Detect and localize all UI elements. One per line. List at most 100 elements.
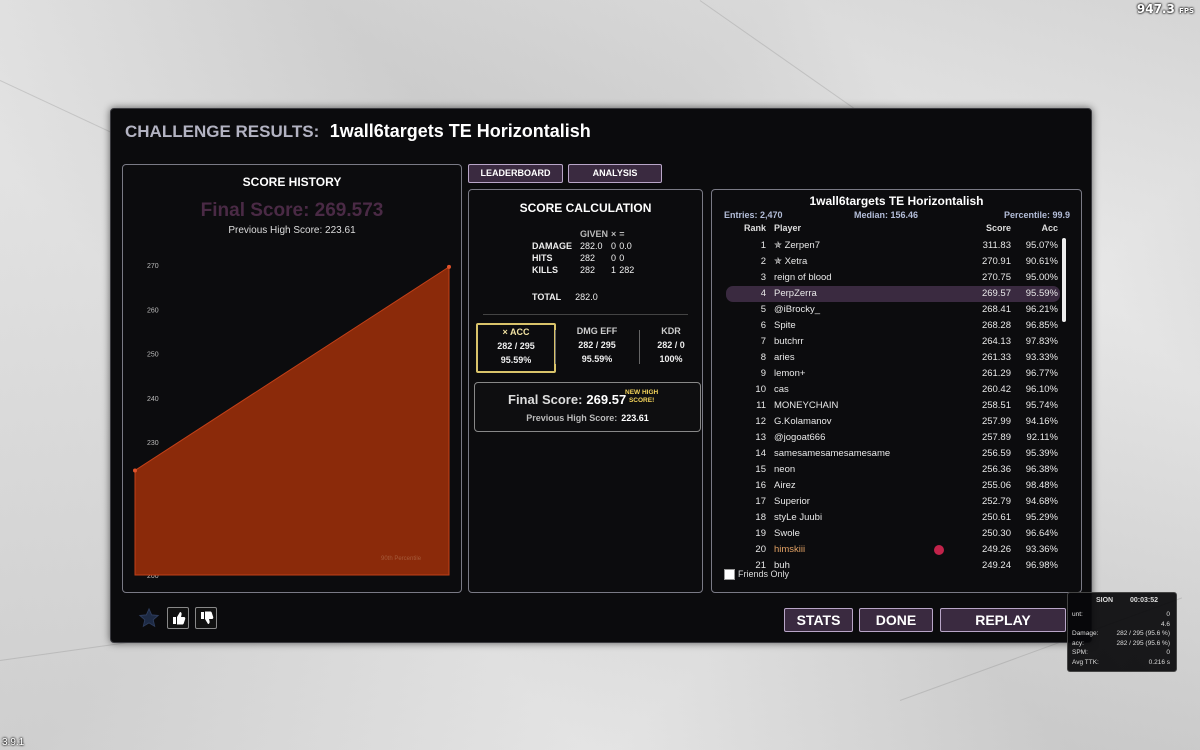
leaderboard-scrollbar[interactable] bbox=[1062, 238, 1066, 322]
player-cell[interactable]: neon bbox=[774, 462, 795, 478]
leaderboard-row[interactable]: 15 neon 256.36 96.38% bbox=[726, 462, 1060, 478]
player-cell[interactable]: reign of blood bbox=[774, 270, 832, 286]
rank-cell: 2 bbox=[760, 256, 766, 267]
player-cell[interactable]: PerpZerra bbox=[774, 286, 817, 302]
tab-leaderboard[interactable]: LEADERBOARD bbox=[468, 164, 563, 183]
player-cell[interactable]: Spite bbox=[774, 318, 796, 334]
player-cell[interactable]: himskiii bbox=[774, 542, 805, 558]
calc-row-label: HITS bbox=[532, 253, 553, 263]
leaderboard-row[interactable]: 11 MONEYCHAIN 258.51 95.74% bbox=[726, 398, 1060, 414]
leaderboard-row[interactable]: 7 butchrr 264.13 97.83% bbox=[726, 334, 1060, 350]
leaderboard-row[interactable]: 2 ✯ Xetra 270.91 90.61% bbox=[726, 254, 1060, 270]
player-cell[interactable]: Swole bbox=[774, 526, 800, 542]
leaderboard-row[interactable]: 5 @iBrocky_ 268.41 96.21% bbox=[726, 302, 1060, 318]
session-time: 00:03:52 bbox=[1129, 597, 1158, 604]
equals-header: = bbox=[619, 229, 625, 239]
rank-cell: 13 bbox=[755, 432, 766, 443]
stats-button[interactable]: STATS bbox=[784, 608, 853, 632]
session-stat-label: Damage: bbox=[1072, 630, 1099, 637]
calc-row: DAMAGE 282.0 0 0.0 bbox=[532, 240, 637, 252]
leaderboard-row[interactable]: 3 reign of blood 270.75 95.00% bbox=[726, 270, 1060, 286]
player-cell[interactable]: G.Kolamanov bbox=[774, 414, 832, 430]
metric-ratio: 282 / 295 bbox=[578, 340, 616, 350]
leaderboard-row[interactable]: 12 G.Kolamanov 257.99 94.16% bbox=[726, 414, 1060, 430]
calc-row-label: KILLS bbox=[532, 265, 558, 275]
tab-analysis[interactable]: ANALYSIS bbox=[568, 164, 662, 183]
rank-cell: 17 bbox=[755, 496, 766, 507]
final-score-box: Final Score: 269.57 NEW HIGH SCORE! Previo… bbox=[474, 382, 701, 432]
thumbs-down-button[interactable] bbox=[195, 607, 217, 629]
player-cell[interactable]: cas bbox=[774, 382, 789, 398]
player-cell[interactable]: butchrr bbox=[774, 334, 804, 350]
player-cell[interactable]: @jogoat666 bbox=[774, 430, 825, 446]
session-stat-label: acy: bbox=[1072, 639, 1084, 647]
acc-cell: 96.85% bbox=[1025, 320, 1058, 331]
challenge-results-window: CHALLENGE RESULTS: 1wall6targets TE Hori… bbox=[110, 108, 1092, 643]
thumbs-up-button[interactable] bbox=[167, 607, 189, 629]
leaderboard-row[interactable]: 6 Spite 268.28 96.85% bbox=[726, 318, 1060, 334]
friends-only-toggle[interactable]: Friends Only bbox=[724, 569, 789, 581]
leaderboard-row[interactable]: 17 Superior 252.79 94.68% bbox=[726, 494, 1060, 510]
player-cell[interactable]: @iBrocky_ bbox=[774, 302, 820, 318]
history-previous-high: Previous High Score: 223.61 bbox=[228, 225, 356, 236]
final-score-value: 269.57 bbox=[586, 392, 627, 407]
acc-cell: 96.64% bbox=[1025, 528, 1058, 539]
player-cell[interactable]: Airez bbox=[774, 478, 796, 494]
player-cell[interactable]: lemon+ bbox=[774, 366, 805, 382]
player-cell[interactable]: ✯ Xetra bbox=[774, 254, 807, 270]
leaderboard-row[interactable]: 1 ✯ Zerpen7 311.83 95.07% bbox=[726, 238, 1060, 254]
done-button[interactable]: DONE bbox=[859, 608, 933, 632]
score-point[interactable] bbox=[447, 264, 451, 269]
session-stat-row: Damage: 282 / 295 (95.6 %) bbox=[1072, 630, 1172, 637]
session-stat-value: 282 / 295 (95.6 %) bbox=[1116, 630, 1170, 637]
favorite-star-icon[interactable] bbox=[138, 607, 160, 629]
metric-ratio: 282 / 0 bbox=[657, 340, 685, 350]
leaderboard-row[interactable]: 13 @jogoat666 257.89 92.11% bbox=[726, 430, 1060, 446]
leaderboard-row[interactable]: 8 aries 261.33 93.33% bbox=[726, 350, 1060, 366]
replay-button[interactable]: REPLAY bbox=[940, 608, 1066, 632]
rank-cell: 11 bbox=[756, 400, 766, 411]
score-cell: 257.89 bbox=[981, 432, 1011, 443]
rank-cell: 6 bbox=[760, 320, 766, 331]
metric-percent: 95.59% bbox=[500, 355, 532, 365]
scenario-name: 1wall6targets TE Horizontalish bbox=[329, 121, 591, 141]
session-stat-value: 4.6 bbox=[1160, 620, 1170, 628]
metric-title: × ACC bbox=[502, 327, 530, 337]
player-cell[interactable]: MONEYCHAIN bbox=[774, 398, 838, 414]
session-stat-value: 0 bbox=[1166, 611, 1170, 618]
player-cell[interactable]: aries bbox=[774, 350, 795, 366]
player-header: Player bbox=[774, 223, 802, 233]
median-score: Median: 156.46 bbox=[854, 210, 919, 220]
leaderboard-row[interactable]: 19 Swole 250.30 96.64% bbox=[726, 526, 1060, 542]
final-score-label: Final Score: bbox=[508, 392, 583, 407]
friends-only-checkbox[interactable] bbox=[724, 569, 735, 581]
player-cell[interactable]: samesamesamesamesame bbox=[774, 446, 890, 462]
leaderboard-row[interactable]: 10 cas 260.42 96.10% bbox=[726, 382, 1060, 398]
session-header: SION 00:03:52 bbox=[1072, 597, 1172, 604]
acc-cell: 96.77% bbox=[1025, 368, 1058, 379]
player-cell[interactable]: Superior bbox=[774, 494, 810, 510]
score-cell: 249.24 bbox=[981, 560, 1011, 571]
player-cell[interactable]: ✯ Zerpen7 bbox=[774, 238, 820, 254]
acc-cell: 96.10% bbox=[1025, 384, 1058, 395]
player-cell[interactable]: styLe Juubi bbox=[774, 510, 822, 526]
session-stat-label: Avg TTK: bbox=[1072, 658, 1099, 666]
rank-cell: 14 bbox=[755, 448, 766, 459]
times-header: × bbox=[611, 229, 617, 239]
previous-high-label: Previous High Score: bbox=[526, 413, 618, 423]
calc-multiplier: 1 bbox=[611, 265, 617, 275]
total-value: 282.0 bbox=[575, 292, 598, 302]
score-area bbox=[134, 265, 450, 576]
leaderboard-row[interactable]: 20 himskiii 249.26 93.36% bbox=[726, 542, 1060, 558]
divider bbox=[483, 314, 688, 315]
leaderboard-row[interactable]: 9 lemon+ 261.29 96.77% bbox=[726, 366, 1060, 382]
acc-cell: 96.98% bbox=[1025, 560, 1058, 571]
leaderboard-row-self[interactable]: 4 PerpZerra 269.57 95.59% bbox=[726, 286, 1060, 302]
leaderboard-row[interactable]: 18 styLe Juubi 250.61 95.29% bbox=[726, 510, 1060, 526]
score-point[interactable] bbox=[133, 468, 137, 473]
leaderboard-row[interactable]: 14 samesamesamesamesame 256.59 95.39% bbox=[726, 446, 1060, 462]
score-cell: 261.29 bbox=[981, 368, 1011, 379]
calc-total: TOTAL 282.0 bbox=[532, 292, 598, 302]
leaderboard-row[interactable]: 16 Airez 255.06 98.48% bbox=[726, 478, 1060, 494]
score-cell: 260.42 bbox=[981, 384, 1011, 395]
